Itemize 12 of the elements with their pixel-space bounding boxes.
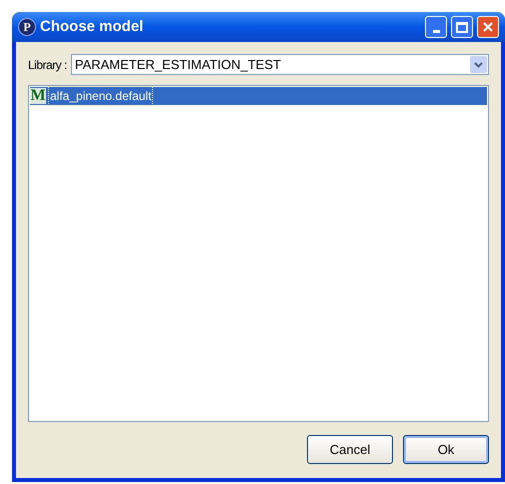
close-button[interactable] [477, 16, 499, 38]
model-icon: M [30, 88, 46, 104]
maximize-button[interactable] [451, 16, 473, 38]
cancel-button[interactable]: Cancel [307, 435, 393, 464]
close-icon [482, 21, 494, 33]
app-logo: P [18, 18, 36, 36]
model-list-item[interactable]: M alfa_pineno.default [30, 87, 487, 105]
library-label: Library : [28, 56, 67, 74]
library-dropdown[interactable]: PARAMETER_ESTIMATION_TEST [70, 54, 489, 75]
minimize-button[interactable] [425, 16, 447, 38]
window-title: Choose model [40, 16, 144, 37]
ok-button[interactable]: Ok [403, 435, 489, 464]
